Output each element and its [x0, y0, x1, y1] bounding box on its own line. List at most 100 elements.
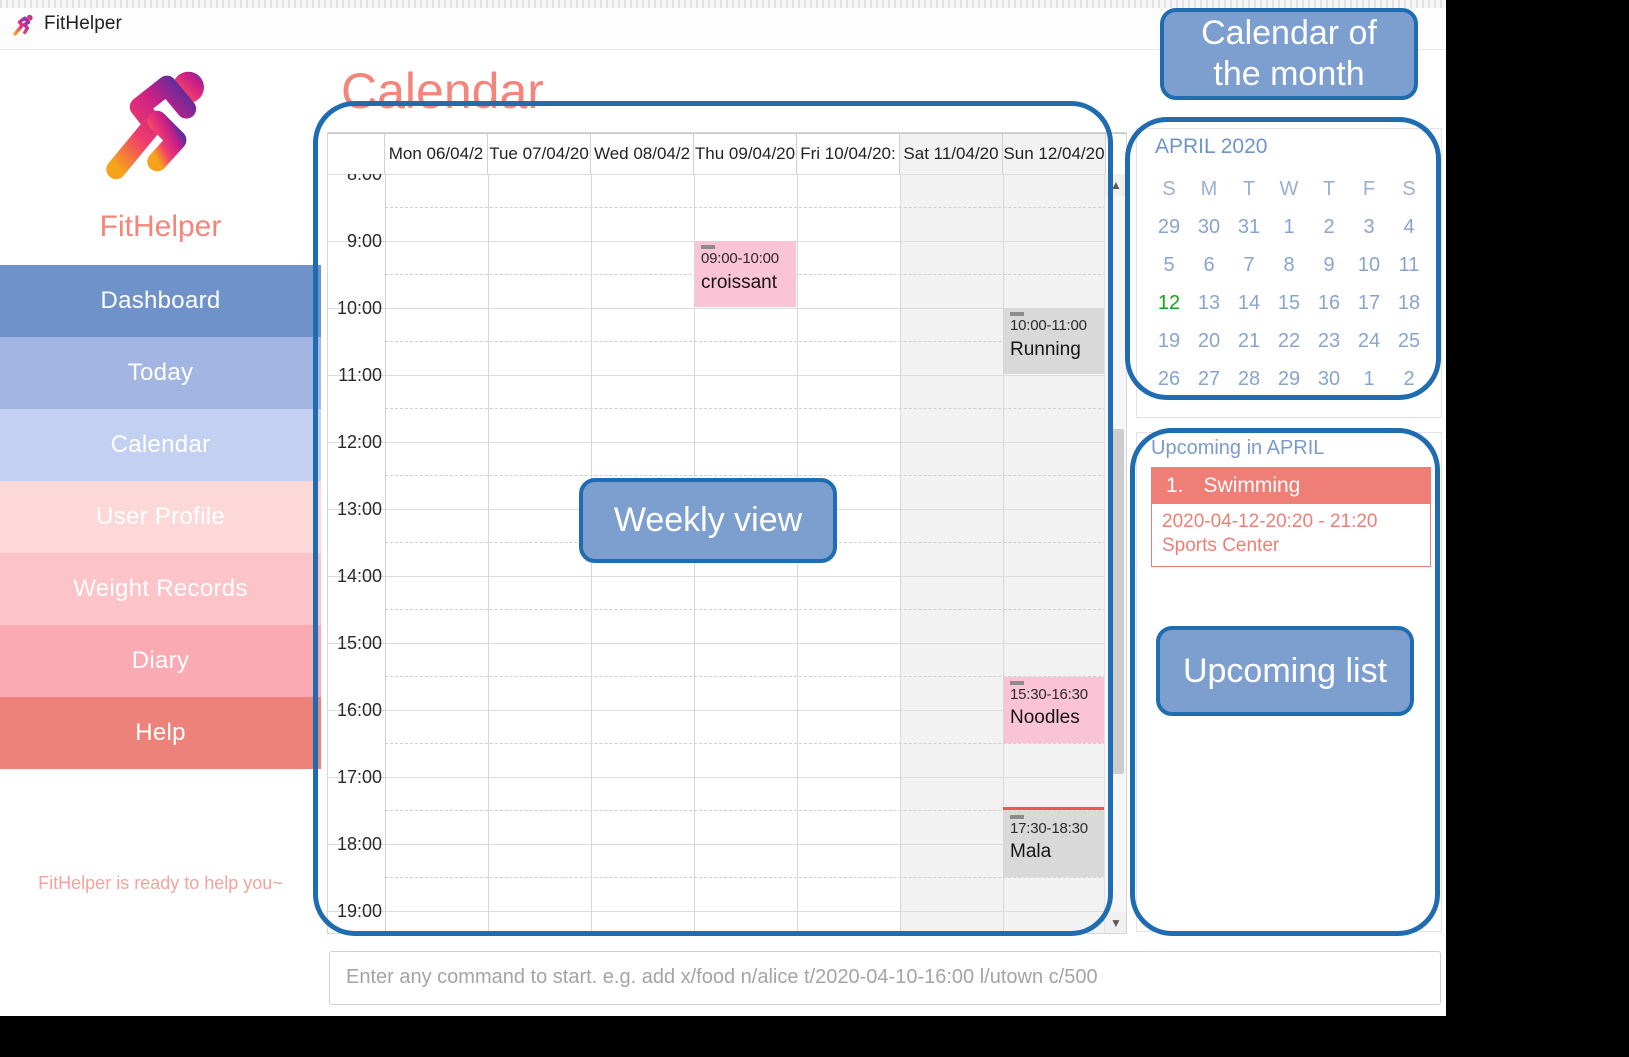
month-day-cell[interactable]: 7 [1229, 251, 1269, 279]
weekly-day-label: Sun 12/04/20 [1003, 144, 1105, 163]
month-day-cell[interactable]: 22 [1269, 327, 1309, 355]
callout-weekly: Weekly view [579, 478, 837, 563]
scrollbar-thumb[interactable] [1108, 429, 1124, 774]
event-marker-icon [1010, 814, 1024, 819]
month-day-cell[interactable]: 23 [1309, 327, 1349, 355]
event-title: Running [1010, 338, 1081, 360]
month-day-cell[interactable]: 2 [1389, 365, 1429, 393]
event-time: 09:00-10:00 [701, 250, 779, 267]
month-day-cell[interactable]: 3 [1349, 213, 1389, 241]
weekly-hour-label: 17:00 [336, 767, 382, 787]
month-day-cell[interactable]: 6 [1189, 251, 1229, 279]
weekly-day-header-cell[interactable]: Thu 09/04/20 [694, 134, 797, 174]
sidebar-item-dashboard[interactable]: Dashboard [0, 265, 321, 337]
hour-gridline [328, 777, 1126, 778]
upcoming-list-item[interactable]: 1. Swimming 2020-04-12-20:20 - 21:20 Sports… [1151, 467, 1431, 567]
weekly-hour-row [328, 911, 1126, 933]
sidebar-item-diary[interactable]: Diary [0, 625, 321, 697]
calendar-event[interactable]: 17:30-18:30 Mala [1004, 810, 1105, 877]
month-day-cell[interactable]: 30 [1309, 365, 1349, 393]
hour-gridline [328, 442, 1126, 443]
month-dow-header: W [1279, 178, 1299, 200]
month-day-cell[interactable]: 18 [1389, 289, 1429, 317]
month-day-cell[interactable]: 12 [1149, 289, 1189, 317]
month-day-cell[interactable]: 26 [1149, 365, 1189, 393]
month-day-cell[interactable]: 30 [1189, 213, 1229, 241]
weekly-day-header-cell[interactable]: Sat 11/04/20 [900, 134, 1003, 174]
hour-gridline [328, 375, 1126, 376]
hour-gridline [328, 174, 1126, 175]
sidebar-item-label: Today [127, 359, 194, 386]
weekly-day-header-cell[interactable]: Tue 07/04/20 [488, 134, 591, 174]
weekly-hour-row [328, 375, 1126, 442]
current-time-indicator [1003, 807, 1106, 811]
month-day-cell[interactable]: 5 [1149, 251, 1189, 279]
sidebar-item-today[interactable]: Today [0, 337, 321, 409]
sidebar-item-label: Calendar [110, 431, 211, 458]
sidebar-item-label: Weight Records [73, 575, 248, 602]
sidebar-item-label: Help [135, 719, 186, 746]
calendar-event[interactable]: 10:00-11:00 Running [1004, 308, 1105, 374]
brand-name: FitHelper [99, 210, 222, 243]
sidebar-item-calendar[interactable]: Calendar [0, 409, 321, 481]
month-calendar-panel[interactable]: APRIL 2020 S M T W T F S 29 30 31 1 2 3 4 5 6 7 8 9 10 11 12 1… [1136, 128, 1442, 418]
callout-upcoming: Upcoming list [1156, 626, 1414, 716]
event-time: 15:30-16:30 [1010, 685, 1088, 703]
half-hour-gridline [385, 475, 1126, 476]
month-day-cell[interactable]: 14 [1229, 289, 1269, 317]
title-bar-texture [0, 0, 1446, 8]
month-day-cell[interactable]: 31 [1229, 213, 1269, 241]
calendar-event[interactable]: 15:30-16:30 Noodles [1004, 676, 1105, 743]
month-day-cell[interactable]: 15 [1269, 289, 1309, 317]
month-day-cell[interactable]: 11 [1389, 251, 1429, 279]
month-day-cell[interactable]: 28 [1229, 365, 1269, 393]
time-column-divider [385, 174, 386, 933]
month-dow-header: T [1322, 178, 1336, 200]
month-day-cell[interactable]: 16 [1309, 289, 1349, 317]
weekly-scrollbar[interactable]: ▲ ▼ [1104, 174, 1126, 933]
weekly-day-header-cell[interactable]: Mon 06/04/2 [385, 134, 488, 174]
month-day-cell[interactable]: 8 [1269, 251, 1309, 279]
month-title: APRIL 2020 [1155, 135, 1268, 158]
sidebar-item-user-profile[interactable]: User Profile [0, 481, 321, 553]
month-day-cell[interactable]: 10 [1349, 251, 1389, 279]
weekly-hour-label: 9:00 [346, 231, 382, 251]
sidebar-item-weight-records[interactable]: Weight Records [0, 553, 321, 625]
weekly-hour-label: 19:00 [336, 901, 382, 921]
command-input[interactable]: Enter any command to start. e.g. add x/f… [329, 951, 1441, 1005]
weekly-day-header-cell[interactable]: Sun 12/04/20 [1003, 134, 1106, 174]
month-day-cell[interactable]: 9 [1309, 251, 1349, 279]
month-day-cell[interactable]: 4 [1389, 213, 1429, 241]
weekly-day-header-cell[interactable]: Wed 08/04/2 [591, 134, 694, 174]
month-day-cell[interactable]: 27 [1189, 365, 1229, 393]
event-title: croissant [701, 271, 778, 293]
event-marker-icon [701, 245, 715, 249]
month-day-cell[interactable]: 2 [1309, 213, 1349, 241]
month-day-cell[interactable]: 20 [1189, 327, 1229, 355]
month-day-cell[interactable]: 17 [1349, 289, 1389, 317]
weekly-day-header-cell[interactable]: Fri 10/04/20: [797, 134, 900, 174]
event-time: 17:30-18:30 [1010, 819, 1088, 837]
callout-month-line1: Calendar of [1201, 14, 1377, 53]
month-day-cell[interactable]: 29 [1149, 213, 1189, 241]
sidebar-item-help[interactable]: Help [0, 697, 321, 769]
sidebar-item-label: Diary [131, 647, 190, 674]
chevron-up-icon[interactable]: ▲ [1105, 174, 1126, 196]
month-day-cell[interactable]: 29 [1269, 365, 1309, 393]
month-day-cell[interactable]: 13 [1189, 289, 1229, 317]
runner-logo-icon [105, 71, 220, 180]
calendar-event[interactable]: 09:00-10:00 croissant [695, 241, 796, 307]
month-grid[interactable]: S M T W T F S 29 30 31 1 2 3 4 5 6 7 8 9 10 11 12 13 14 15 16 17 18… [1149, 175, 1431, 393]
month-day-cell[interactable]: 1 [1349, 365, 1389, 393]
month-day-cell[interactable]: 19 [1149, 327, 1189, 355]
weekly-day-label: Mon 06/04/2 [388, 144, 484, 163]
month-day-cell[interactable]: 25 [1389, 327, 1429, 355]
hour-gridline [328, 643, 1126, 644]
event-title: Mala [1010, 841, 1052, 863]
sidebar-item-label: User Profile [96, 503, 225, 530]
weekly-day-label: Sat 11/04/20 [903, 144, 999, 163]
month-day-cell[interactable]: 24 [1349, 327, 1389, 355]
chevron-down-icon[interactable]: ▼ [1105, 912, 1126, 933]
month-day-cell[interactable]: 21 [1229, 327, 1269, 355]
month-day-cell[interactable]: 1 [1269, 213, 1309, 241]
